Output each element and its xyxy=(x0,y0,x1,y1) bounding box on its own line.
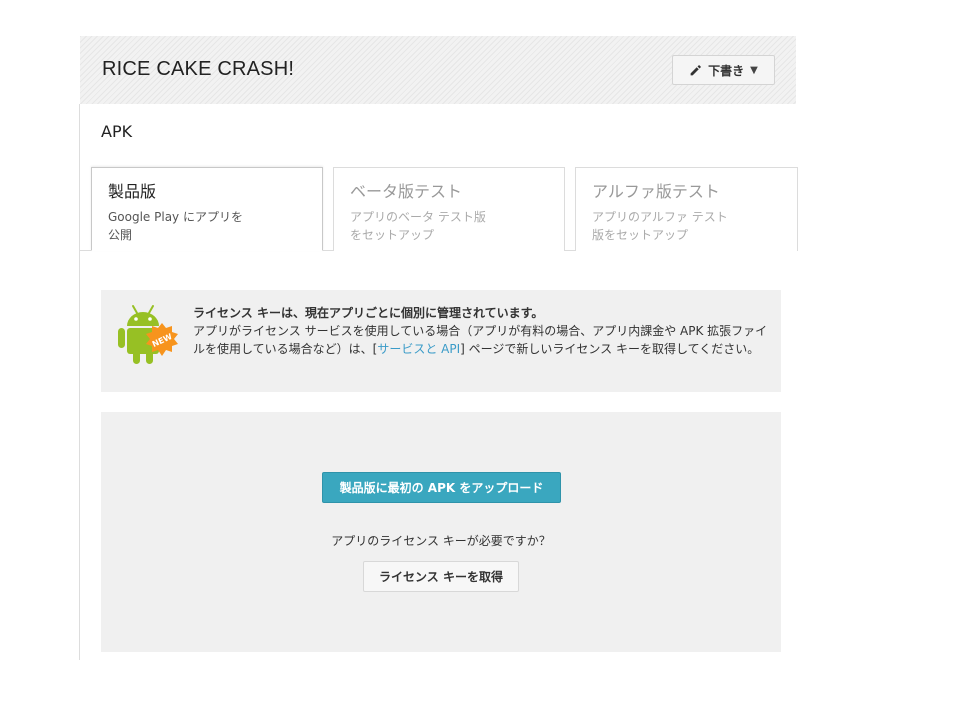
tab-alpha-testing[interactable]: アルファ版テスト アプリのアルファ テスト 版をセットアップ xyxy=(575,167,798,251)
get-license-key-button[interactable]: ライセンス キーを取得 xyxy=(363,561,519,592)
tab-title: 製品版 xyxy=(108,182,157,201)
apk-upload-panel: 製品版に最初の APK をアップロード アプリのライセンス キーが必要ですか？ … xyxy=(101,412,781,652)
app-title: RICE CAKE CRASH! xyxy=(102,58,295,80)
chevron-down-icon: ▼ xyxy=(750,64,758,76)
android-new-icon: NEW xyxy=(115,302,185,372)
tab-description: Google Play にアプリを 公開 xyxy=(108,210,243,242)
upload-first-apk-button[interactable]: 製品版に最初の APK をアップロード xyxy=(322,472,561,503)
license-key-notice: NEW ライセンス キーは、現在アプリごとに個別に管理されています。 アプリがラ… xyxy=(101,290,781,392)
notice-heading: ライセンス キーは、現在アプリごとに個別に管理されています。 xyxy=(193,306,544,320)
tab-description: アプリのアルファ テスト 版をセットアップ xyxy=(592,210,728,242)
page: RICE CAKE CRASH! 下書き ▼ APK 製品版 Google Pl… xyxy=(0,0,960,720)
draft-status-label: 下書き xyxy=(708,63,745,78)
app-header: RICE CAKE CRASH! 下書き ▼ xyxy=(80,36,796,104)
tab-beta-testing[interactable]: ベータ版テスト アプリのベータ テスト版 をセットアップ xyxy=(333,167,565,251)
services-and-api-link[interactable]: サービスと API xyxy=(377,342,460,356)
tab-production[interactable]: 製品版 Google Play にアプリを 公開 xyxy=(91,167,323,251)
pencil-icon xyxy=(689,64,702,77)
content-left-border xyxy=(79,104,80,660)
section-title: APK xyxy=(101,122,133,141)
draft-status-button[interactable]: 下書き ▼ xyxy=(672,55,775,85)
tab-title: ベータ版テスト xyxy=(350,182,463,201)
tab-title: アルファ版テスト xyxy=(592,182,720,201)
notice-body-end: ] ページで新しいライセンス キーを取得してください。 xyxy=(460,342,760,356)
notice-text: ライセンス キーは、現在アプリごとに個別に管理されています。 アプリがライセンス… xyxy=(193,304,773,358)
tab-description: アプリのベータ テスト版 をセットアップ xyxy=(350,210,486,242)
license-key-question: アプリのライセンス キーが必要ですか？ xyxy=(331,534,551,548)
